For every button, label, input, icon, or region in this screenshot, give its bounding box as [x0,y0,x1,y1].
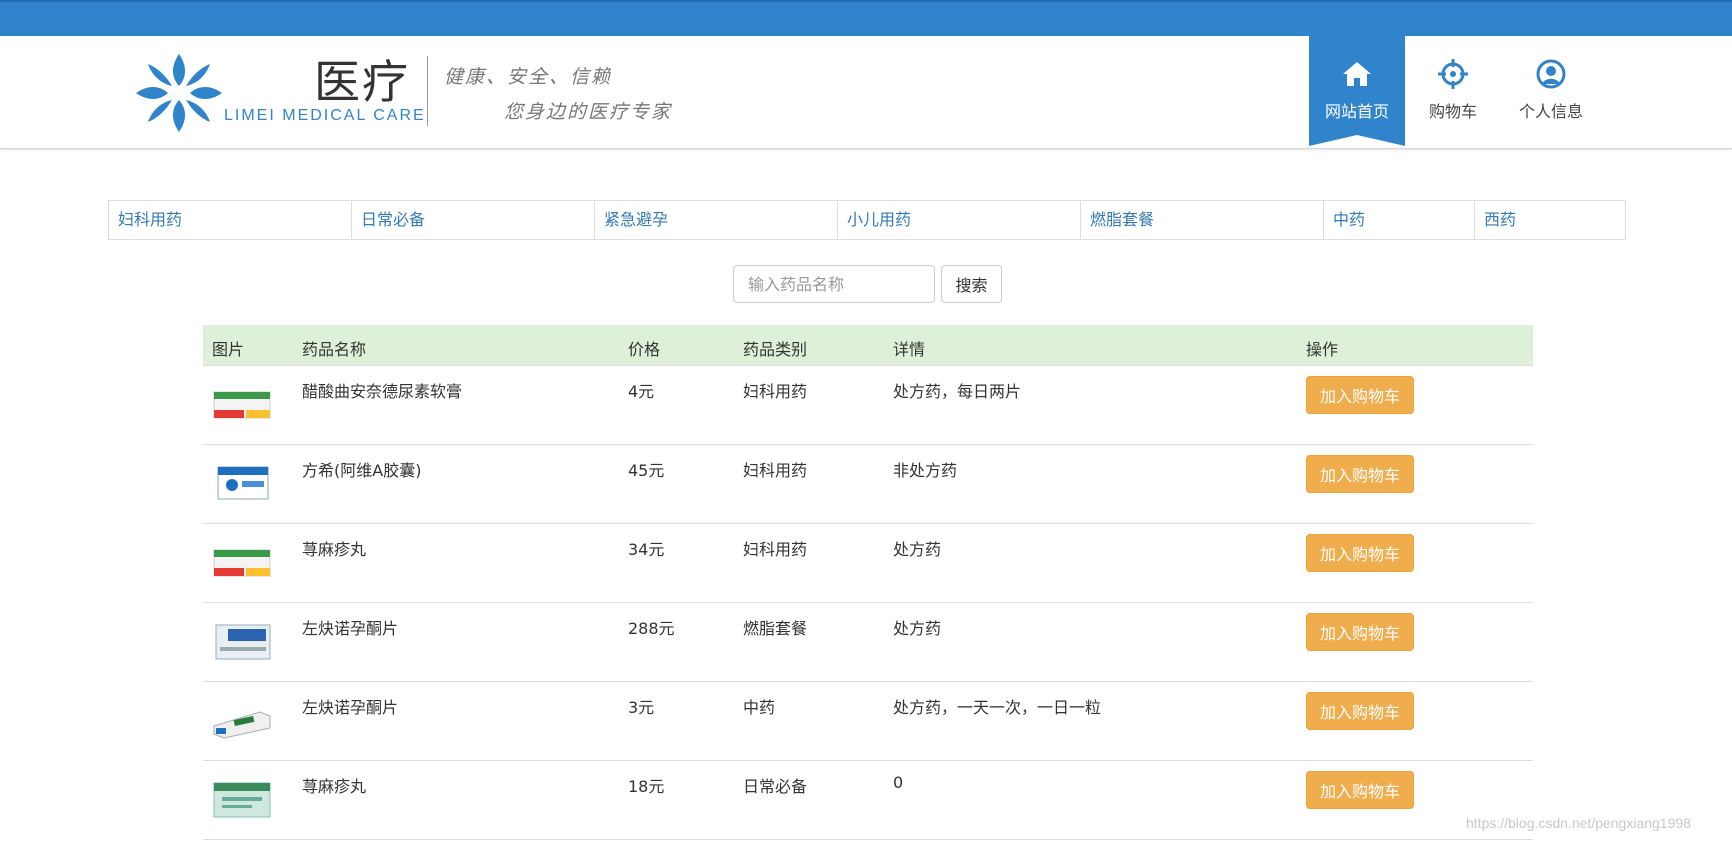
product-price: 4元 [628,382,655,401]
product-name: 方希(阿维A胶囊) [302,461,422,480]
search-input[interactable] [733,265,935,303]
brand-name: 医疗 [314,55,410,109]
product-category: 中药 [743,698,776,717]
table-row-partial [203,839,1533,850]
nav-cart[interactable]: 购物车 [1405,36,1501,146]
product-category: 日常必备 [743,777,808,796]
product-name: 左炔诺孕酮片 [302,619,399,638]
nav-home[interactable]: 网站首页 [1309,36,1405,146]
add-to-cart-button[interactable]: 加入购物车 [1306,376,1414,414]
product-price: 18元 [628,777,665,796]
product-category: 妇科用药 [743,540,808,559]
product-detail: 非处方药 [893,461,958,480]
product-name: 醋酸曲安奈德尿素软膏 [302,382,463,401]
drug-table: 图片 药品名称 价格 药品类别 详情 操作 醋酸曲安奈德尿素软膏 4元 妇科用药… [203,325,1533,850]
user-icon [1536,59,1566,89]
header-price: 价格 [628,340,661,359]
product-name: 荨麻疹丸 [302,540,367,559]
add-to-cart-button[interactable]: 加入购物车 [1306,534,1414,572]
add-to-cart-button[interactable]: 加入购物车 [1306,771,1414,809]
product-price: 45元 [628,461,665,480]
table-row: 荨麻疹丸 34元 妇科用药 处方药 加入购物车 [203,523,1533,602]
slogan-line-2: 您身边的医疗专家 [504,101,673,123]
product-price: 34元 [628,540,665,559]
nav-cart-label: 购物车 [1428,102,1477,121]
category-bar: 妇科用药 日常必备 紧急避孕 小儿用药 燃脂套餐 中药 西药 [108,200,1626,240]
add-to-cart-button[interactable]: 加入购物车 [1306,692,1414,730]
category-emergency-contraception[interactable]: 紧急避孕 [595,201,838,239]
product-image [213,391,271,419]
product-image [213,711,271,739]
brand-divider [427,56,428,126]
product-price: 3元 [628,698,655,717]
product-detail: 处方药 [893,619,942,638]
add-to-cart-button[interactable]: 加入购物车 [1306,613,1414,651]
site-header: 医疗 LIMEI MEDICAL CARE 健康、安全、信赖 您身边的医疗专家 … [0,36,1732,149]
nav-home-label: 网站首页 [1324,102,1389,121]
category-gynecology[interactable]: 妇科用药 [109,201,352,239]
logo-icon [136,54,222,132]
table-header: 图片 药品名称 价格 药品类别 详情 操作 [203,325,1533,365]
category-fat-burning[interactable]: 燃脂套餐 [1081,201,1324,239]
add-to-cart-button[interactable]: 加入购物车 [1306,455,1414,493]
product-category: 燃脂套餐 [743,619,808,638]
nav-profile-label: 个人信息 [1518,102,1583,121]
search-button[interactable]: 搜索 [941,265,1002,303]
table-row: 荨麻疹丸 18元 日常必备 0 加入购物车 [203,760,1533,839]
header-category: 药品类别 [743,340,808,359]
watermark: https://blog.csdn.net/pengxiang1998 [1466,815,1691,831]
product-category: 妇科用药 [743,382,808,401]
category-pediatric[interactable]: 小儿用药 [838,201,1081,239]
home-icon [1343,62,1371,86]
product-detail: 处方药，每日两片 [893,382,1022,401]
product-image [213,549,271,577]
nav-profile[interactable]: 个人信息 [1503,36,1599,146]
product-category: 妇科用药 [743,461,808,480]
product-image [215,624,271,660]
category-chinese-medicine[interactable]: 中药 [1324,201,1475,239]
product-detail: 处方药 [893,540,942,559]
product-image [213,782,271,818]
table-row: 醋酸曲安奈德尿素软膏 4元 妇科用药 处方药，每日两片 加入购物车 [203,365,1533,444]
table-row: 左炔诺孕酮片 3元 中药 处方药，一天一次，一日一粒 加入购物车 [203,681,1533,760]
product-detail: 处方药，一天一次，一日一粒 [893,698,1102,717]
product-name: 荨麻疹丸 [302,777,367,796]
header-image: 图片 [212,340,245,359]
header-name: 药品名称 [302,340,367,359]
header-detail: 详情 [893,340,926,359]
product-image [217,466,269,500]
brand-subtitle: LIMEI MEDICAL CARE [224,107,426,124]
category-western-medicine[interactable]: 西药 [1475,201,1625,239]
slogan-line-1: 健康、安全、信赖 [444,66,613,88]
table-row: 方希(阿维A胶囊) 45元 妇科用药 非处方药 加入购物车 [203,444,1533,523]
product-price: 288元 [628,619,675,638]
product-detail: 0 [893,773,904,792]
product-name: 左炔诺孕酮片 [302,698,399,717]
table-row: 左炔诺孕酮片 288元 燃脂套餐 处方药 加入购物车 [203,602,1533,681]
crosshair-icon [1438,59,1468,89]
top-accent-bar [0,0,1732,36]
category-daily-essentials[interactable]: 日常必备 [352,201,595,239]
header-action: 操作 [1306,340,1339,359]
